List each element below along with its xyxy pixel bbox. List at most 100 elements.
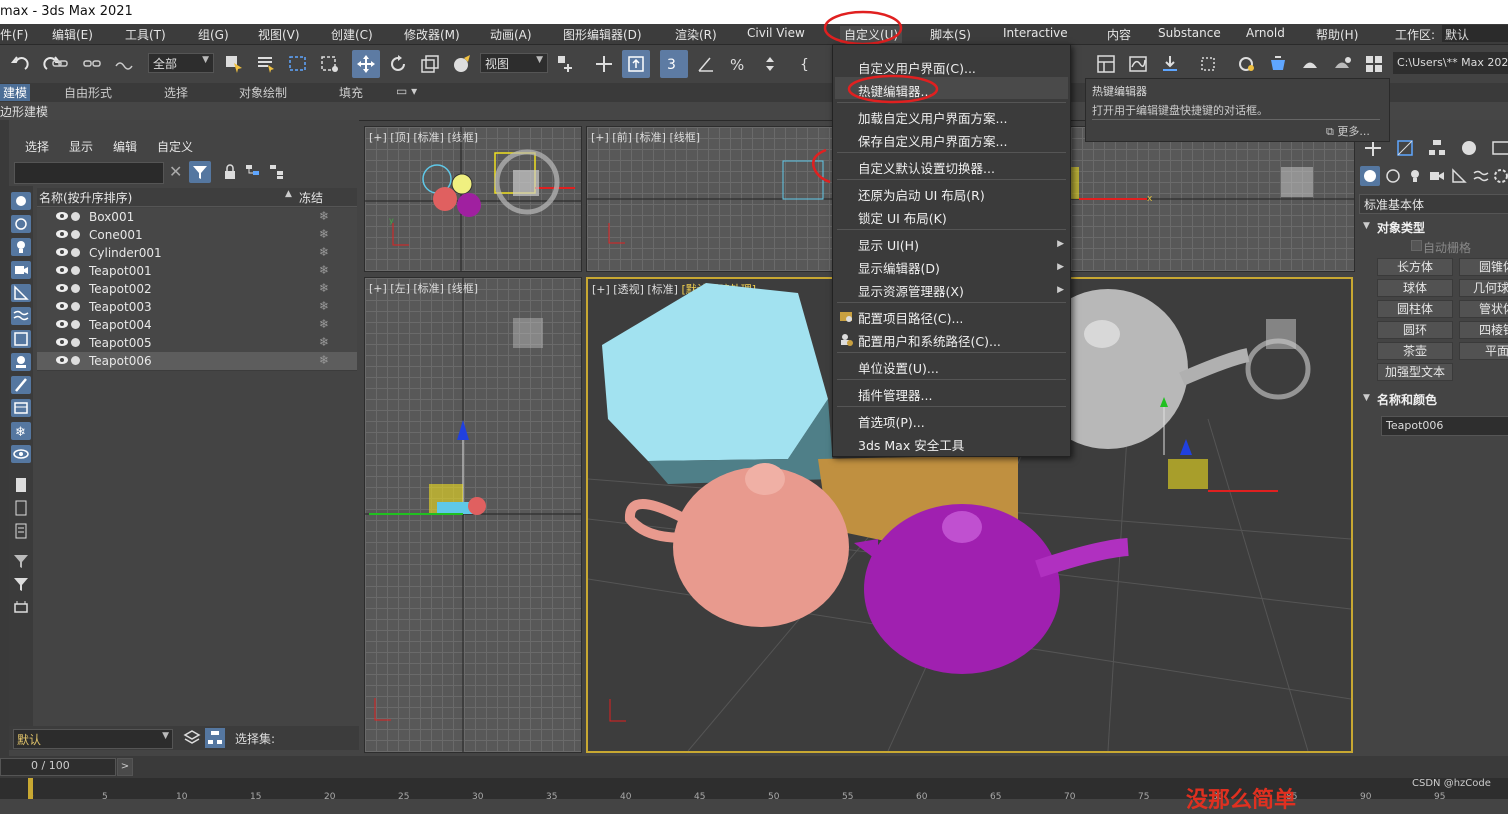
table-row-selected[interactable]: Teapot006 ❄ bbox=[37, 352, 357, 371]
render-dot-icon[interactable] bbox=[71, 338, 80, 347]
menu-item-plugin-manager[interactable]: 插件管理器... bbox=[858, 385, 932, 404]
reference-coordinate-dropdown[interactable]: 视图 ▼ bbox=[480, 53, 548, 73]
torus-button[interactable]: 圆环 bbox=[1377, 321, 1453, 339]
lock-icon[interactable] bbox=[223, 164, 237, 183]
hierarchy-tab-icon[interactable] bbox=[1427, 138, 1447, 161]
curve-editor-icon[interactable] bbox=[1124, 50, 1152, 78]
clear-filter-icon[interactable]: ✕ bbox=[169, 162, 182, 181]
tab-populate[interactable]: 填充 bbox=[339, 84, 363, 101]
menu-substance[interactable]: Substance bbox=[1158, 26, 1221, 40]
freeze-snowflake-icon[interactable]: ❄ bbox=[319, 245, 329, 259]
select-and-move-icon[interactable] bbox=[352, 50, 380, 78]
render-frame-icon[interactable] bbox=[1264, 50, 1292, 78]
visibility-eye-icon[interactable] bbox=[55, 300, 69, 315]
menu-file[interactable]: 件(F) bbox=[0, 26, 28, 43]
menu-scripting[interactable]: 脚本(S) bbox=[930, 26, 971, 43]
bind-space-warp-icon[interactable] bbox=[110, 50, 138, 78]
autogrid-checkbox[interactable] bbox=[1411, 240, 1422, 251]
shapes-category-icon[interactable] bbox=[1385, 168, 1401, 187]
visibility-eye-icon[interactable] bbox=[55, 318, 69, 333]
menu-civil-view[interactable]: Civil View bbox=[747, 26, 805, 40]
menu-item-project-paths[interactable]: 配置项目路径(C)... bbox=[858, 308, 963, 327]
layer-hierarchy-icon[interactable] bbox=[269, 164, 285, 183]
material-import-icon[interactable] bbox=[1156, 50, 1184, 78]
menu-item-preferences[interactable]: 首选项(P)... bbox=[858, 412, 925, 431]
display-helpers-icon[interactable] bbox=[11, 284, 31, 302]
pivot-center-icon[interactable] bbox=[552, 50, 580, 78]
menu-views[interactable]: 视图(V) bbox=[258, 26, 300, 43]
rollout-collapse-icon[interactable]: ▼ bbox=[1363, 393, 1370, 403]
menu-item-defaults-switcher[interactable]: 自定义默认设置切换器... bbox=[858, 158, 995, 177]
menu-item-revert-startup-layout[interactable]: 还原为启动 UI 布局(R) bbox=[858, 185, 985, 204]
snaps-toggle-icon[interactable]: 3 bbox=[660, 50, 688, 78]
visibility-eye-icon[interactable] bbox=[55, 282, 69, 297]
menu-graph-editors[interactable]: 图形编辑器(D) bbox=[563, 26, 642, 43]
plane-button[interactable]: 平面 bbox=[1459, 342, 1508, 360]
tab-modeling[interactable]: 建模 bbox=[0, 84, 31, 101]
scene-filter-input[interactable] bbox=[14, 162, 164, 184]
unlink-icon[interactable] bbox=[78, 50, 106, 78]
se-menu-customize[interactable]: 自定义 bbox=[157, 138, 193, 155]
menu-item-lock-ui-layout[interactable]: 锁定 UI 布局(K) bbox=[858, 208, 947, 227]
select-and-scale-icon[interactable] bbox=[416, 50, 444, 78]
tab-object-paint[interactable]: 对象绘制 bbox=[239, 84, 287, 101]
tab-selection[interactable]: 选择 bbox=[164, 84, 188, 101]
modify-tab-icon[interactable] bbox=[1395, 138, 1415, 161]
render-setup-icon[interactable] bbox=[1232, 50, 1260, 78]
object-type-title[interactable]: 对象类型 bbox=[1377, 219, 1425, 236]
table-row[interactable]: Cylinder001 ❄ bbox=[37, 244, 357, 263]
menu-create[interactable]: 创建(C) bbox=[331, 26, 373, 43]
visibility-eye-icon[interactable] bbox=[55, 228, 69, 243]
category-dropdown[interactable]: 标准基本体 bbox=[1359, 194, 1508, 214]
table-row[interactable]: Cone001 ❄ bbox=[37, 226, 357, 245]
select-and-rotate-icon[interactable] bbox=[384, 50, 412, 78]
sphere-button[interactable]: 球体 bbox=[1377, 279, 1453, 297]
display-groups-icon[interactable] bbox=[11, 330, 31, 348]
tube-button[interactable]: 管状体 bbox=[1459, 300, 1508, 318]
se-menu-select[interactable]: 选择 bbox=[25, 138, 49, 155]
render-iterative-icon[interactable] bbox=[1328, 50, 1356, 78]
display-cameras-icon[interactable] bbox=[11, 261, 31, 279]
layer-dropdown[interactable]: 默认 ▼ bbox=[13, 729, 173, 749]
ribbon-subtab-polygon-modeling[interactable]: 边形建模 bbox=[0, 103, 48, 120]
filter-toggle-icon[interactable] bbox=[189, 161, 211, 183]
cameras-category-icon[interactable] bbox=[1429, 168, 1445, 187]
freeze-snowflake-icon[interactable]: ❄ bbox=[319, 227, 329, 241]
display-geometry-icon[interactable] bbox=[11, 192, 31, 210]
track-bar[interactable]: 0 5 10 15 20 25 30 35 40 45 50 55 60 65 … bbox=[0, 778, 1508, 813]
render-dot-icon[interactable] bbox=[71, 284, 80, 293]
menu-item-show-editors[interactable]: 显示编辑器(D) bbox=[858, 258, 940, 277]
selection-filter-dropdown[interactable]: 全部 ▼ bbox=[148, 53, 214, 73]
link-icon[interactable] bbox=[46, 50, 74, 78]
time-slider-handle[interactable]: 0 / 100 bbox=[0, 758, 116, 776]
render-dot-icon[interactable] bbox=[71, 230, 80, 239]
percent-snap-icon[interactable]: % bbox=[724, 50, 752, 78]
render-dot-icon[interactable] bbox=[71, 356, 80, 365]
display-frozen-icon[interactable]: ❄ bbox=[11, 422, 31, 440]
display-shapes-icon[interactable] bbox=[11, 215, 31, 233]
spinner-snap-icon[interactable] bbox=[756, 50, 784, 78]
menu-item-show-explorers[interactable]: 显示资源管理器(X) bbox=[858, 281, 964, 300]
name-color-title[interactable]: 名称和颜色 bbox=[1377, 391, 1437, 408]
table-row[interactable]: Teapot005 ❄ bbox=[37, 334, 357, 353]
workspace-dropdown[interactable]: 默认 bbox=[1442, 25, 1508, 42]
menu-item-security-tools[interactable]: 3ds Max 安全工具 bbox=[858, 435, 964, 454]
display-hidden-icon[interactable] bbox=[11, 445, 31, 463]
systems-category-icon[interactable] bbox=[1493, 168, 1508, 187]
render-production-icon[interactable] bbox=[1296, 50, 1324, 78]
display-lights-icon[interactable] bbox=[11, 238, 31, 256]
table-row[interactable]: Box001 ❄ bbox=[37, 208, 357, 227]
layer-explorer-icon[interactable] bbox=[183, 729, 201, 750]
next-frame-button[interactable]: > bbox=[117, 758, 133, 776]
filter-selection-icon[interactable] bbox=[11, 552, 31, 570]
lights-category-icon[interactable] bbox=[1407, 168, 1423, 187]
menu-item-save-ui-scheme[interactable]: 保存自定义用户界面方案... bbox=[858, 131, 1007, 150]
menu-item-units-setup[interactable]: 单位设置(U)... bbox=[858, 358, 939, 377]
freeze-snowflake-icon[interactable]: ❄ bbox=[319, 281, 329, 295]
render-dot-icon[interactable] bbox=[71, 266, 80, 275]
rectangular-selection-icon[interactable] bbox=[284, 50, 312, 78]
menu-group[interactable]: 组(G) bbox=[198, 26, 229, 43]
menu-interactive[interactable]: Interactive bbox=[1003, 26, 1068, 40]
tooltip-more-link[interactable]: ⧉ 更多... bbox=[1326, 123, 1370, 139]
menu-tools[interactable]: 工具(T) bbox=[125, 26, 166, 43]
